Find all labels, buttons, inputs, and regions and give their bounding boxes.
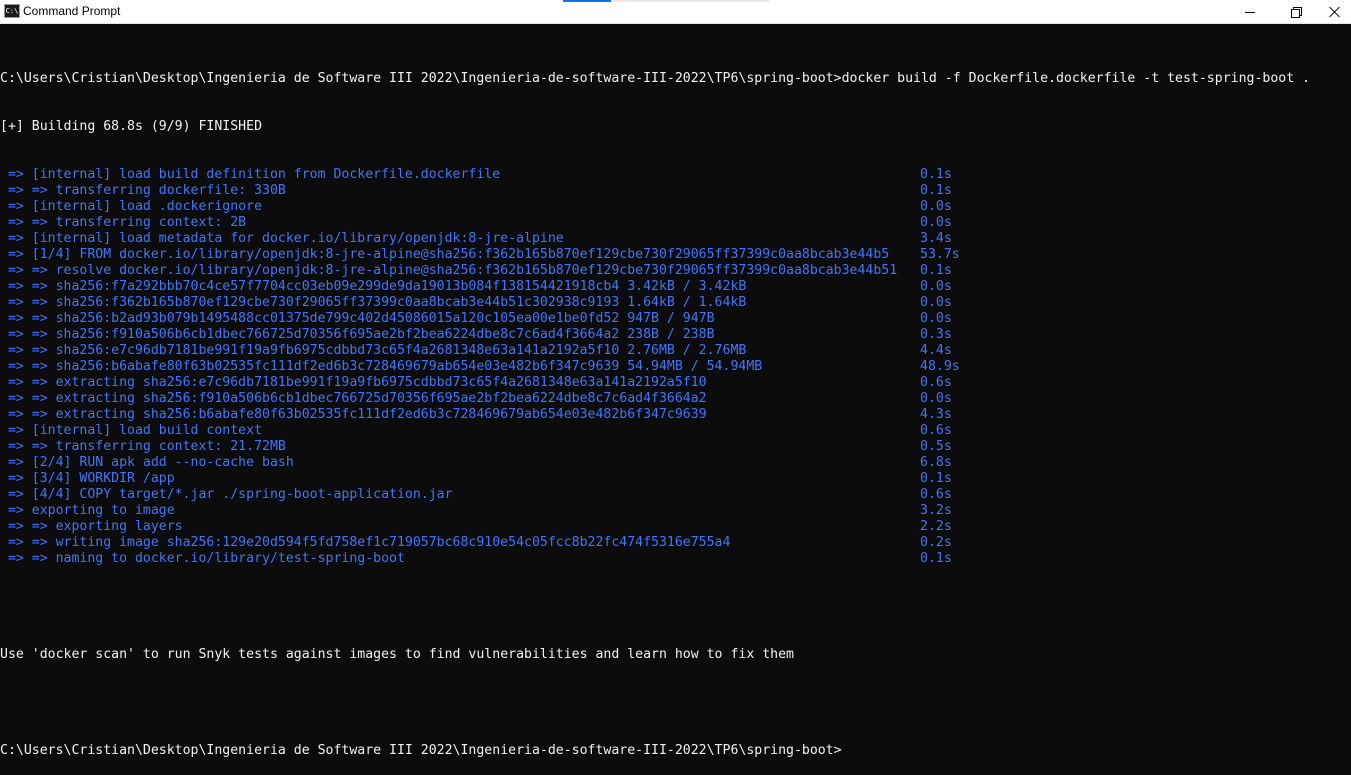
build-step-time: 0.0s bbox=[920, 279, 952, 294]
build-step-line: => => sha256:f7a292bbb70c4ce57f7704cc03e… bbox=[0, 279, 1351, 295]
build-step-time: 48.9s bbox=[920, 359, 960, 374]
build-step-line: => [3/4] WORKDIR /app 0.1s bbox=[0, 471, 1351, 487]
build-step-text: => => transferring context: 2B bbox=[0, 215, 247, 230]
build-step-line: => => sha256:e7c96db7181be991f19a9fb6975… bbox=[0, 343, 1351, 359]
build-step-line: => exporting to image 3.2s bbox=[0, 503, 1351, 519]
build-step-text: => => transferring dockerfile: 330B bbox=[0, 183, 286, 198]
build-step-text: => [internal] load metadata for docker.i… bbox=[0, 231, 564, 246]
build-step-line: => => transferring context: 2B 0.0s bbox=[0, 215, 1351, 231]
build-step-text: => => sha256:f910a506b6cb1dbec766725d703… bbox=[0, 327, 715, 342]
build-step-line: => => sha256:f362b165b870ef129cbe730f290… bbox=[0, 295, 1351, 311]
build-step-time: 2.2s bbox=[920, 519, 952, 534]
build-step-text: => => extracting sha256:b6abafe80f63b025… bbox=[0, 407, 707, 422]
taskbar-accent bbox=[563, 0, 611, 2]
close-button[interactable] bbox=[1319, 0, 1351, 23]
build-step-time: 0.0s bbox=[920, 295, 952, 310]
build-step-text: => => sha256:e7c96db7181be991f19a9fb6975… bbox=[0, 343, 747, 358]
build-step-time: 4.4s bbox=[920, 343, 952, 358]
docker-scan-hint: Use 'docker scan' to run Snyk tests agai… bbox=[0, 647, 794, 662]
build-step-time: 0.1s bbox=[920, 263, 952, 278]
build-step-text: => => sha256:b6abafe80f63b02535fc111df2e… bbox=[0, 359, 763, 374]
build-step-line: => [internal] load build context 0.6s bbox=[0, 423, 1351, 439]
build-step-text: => => extracting sha256:e7c96db7181be991… bbox=[0, 375, 707, 390]
build-steps: => [internal] load build definition from… bbox=[0, 167, 1351, 567]
build-step-text: => exporting to image bbox=[0, 503, 175, 518]
minimize-icon bbox=[1245, 12, 1255, 13]
build-step-text: => => writing image sha256:129e20d594f5f… bbox=[0, 535, 731, 550]
build-step-text: => => resolve docker.io/library/openjdk:… bbox=[0, 263, 898, 278]
build-step-time: 0.6s bbox=[920, 487, 952, 502]
build-step-line: => => sha256:b2ad93b079b1495488cc01375de… bbox=[0, 311, 1351, 327]
build-step-text: => => transferring context: 21.72MB bbox=[0, 439, 286, 454]
build-step-text: => => naming to docker.io/library/test-s… bbox=[0, 551, 405, 566]
build-step-time: 0.1s bbox=[920, 167, 952, 182]
build-step-line: => => sha256:b6abafe80f63b02535fc111df2e… bbox=[0, 359, 1351, 375]
build-step-line: => [4/4] COPY target/*.jar ./spring-boot… bbox=[0, 487, 1351, 503]
build-step-line: => [internal] load build definition from… bbox=[0, 167, 1351, 183]
build-step-time: 4.3s bbox=[920, 407, 952, 422]
build-step-line: => => extracting sha256:e7c96db7181be991… bbox=[0, 375, 1351, 391]
build-step-text: => => exporting layers bbox=[0, 519, 183, 534]
build-step-time: 3.4s bbox=[920, 231, 952, 246]
title-bar[interactable]: C:\ Command Prompt bbox=[0, 0, 1351, 24]
build-step-time: 0.6s bbox=[920, 423, 952, 438]
build-step-time: 0.0s bbox=[920, 199, 952, 214]
build-step-time: 0.1s bbox=[920, 471, 952, 486]
build-step-line: => [2/4] RUN apk add --no-cache bash 6.8s bbox=[0, 455, 1351, 471]
maximize-icon bbox=[1291, 6, 1302, 18]
prompt-line: C:\Users\Cristian\Desktop\Ingenieria de … bbox=[0, 743, 842, 758]
build-step-text: => => extracting sha256:f910a506b6cb1dbe… bbox=[0, 391, 707, 406]
build-step-line: => => transferring context: 21.72MB 0.5s bbox=[0, 439, 1351, 455]
build-step-time: 0.5s bbox=[920, 439, 952, 454]
build-status-line: [+] Building 68.8s (9/9) FINISHED bbox=[0, 119, 263, 134]
build-step-time: 6.8s bbox=[920, 455, 952, 470]
console-output[interactable]: C:\Users\Cristian\Desktop\Ingenieria de … bbox=[0, 39, 1351, 775]
build-step-line: => [internal] load .dockerignore 0.0s bbox=[0, 199, 1351, 215]
build-step-time: 53.7s bbox=[920, 247, 960, 262]
build-step-text: => [2/4] RUN apk add --no-cache bash bbox=[0, 455, 294, 470]
build-step-text: => [internal] load .dockerignore bbox=[0, 199, 263, 214]
minimize-button[interactable] bbox=[1227, 0, 1273, 23]
build-step-time: 0.0s bbox=[920, 215, 952, 230]
build-step-time: 0.6s bbox=[920, 375, 952, 390]
build-step-time: 0.1s bbox=[920, 183, 952, 198]
build-step-text: => => sha256:f7a292bbb70c4ce57f7704cc03e… bbox=[0, 279, 747, 294]
build-step-time: 0.3s bbox=[920, 327, 952, 342]
build-step-line: => [1/4] FROM docker.io/library/openjdk:… bbox=[0, 247, 1351, 263]
build-step-text: => [1/4] FROM docker.io/library/openjdk:… bbox=[0, 247, 890, 262]
taskbar-accent-light bbox=[611, 0, 769, 2]
command-line: C:\Users\Cristian\Desktop\Ingenieria de … bbox=[0, 71, 1311, 86]
build-step-line: => => extracting sha256:f910a506b6cb1dbe… bbox=[0, 391, 1351, 407]
close-icon bbox=[1329, 6, 1341, 18]
build-step-line: => => resolve docker.io/library/openjdk:… bbox=[0, 263, 1351, 279]
maximize-button[interactable] bbox=[1273, 0, 1319, 23]
build-step-time: 0.0s bbox=[920, 311, 952, 326]
cmd-icon: C:\ bbox=[4, 4, 20, 18]
build-step-text: => [internal] load build definition from… bbox=[0, 167, 501, 182]
build-step-text: => [4/4] COPY target/*.jar ./spring-boot… bbox=[0, 487, 453, 502]
build-step-text: => => sha256:f362b165b870ef129cbe730f290… bbox=[0, 295, 747, 310]
build-step-text: => [internal] load build context bbox=[0, 423, 263, 438]
build-step-time: 3.2s bbox=[920, 503, 952, 518]
build-step-text: => => sha256:b2ad93b079b1495488cc01375de… bbox=[0, 311, 715, 326]
build-step-line: => => naming to docker.io/library/test-s… bbox=[0, 551, 1351, 567]
build-step-line: => => writing image sha256:129e20d594f5f… bbox=[0, 535, 1351, 551]
build-step-line: => => transferring dockerfile: 330B 0.1s bbox=[0, 183, 1351, 199]
build-step-text: => [3/4] WORKDIR /app bbox=[0, 471, 175, 486]
build-step-line: => => exporting layers 2.2s bbox=[0, 519, 1351, 535]
build-step-line: => [internal] load metadata for docker.i… bbox=[0, 231, 1351, 247]
build-step-line: => => sha256:f910a506b6cb1dbec766725d703… bbox=[0, 327, 1351, 343]
build-step-time: 0.2s bbox=[920, 535, 952, 550]
window-title: Command Prompt bbox=[23, 4, 121, 18]
build-step-time: 0.1s bbox=[920, 551, 952, 566]
build-step-line: => => extracting sha256:b6abafe80f63b025… bbox=[0, 407, 1351, 423]
build-step-time: 0.0s bbox=[920, 391, 952, 406]
